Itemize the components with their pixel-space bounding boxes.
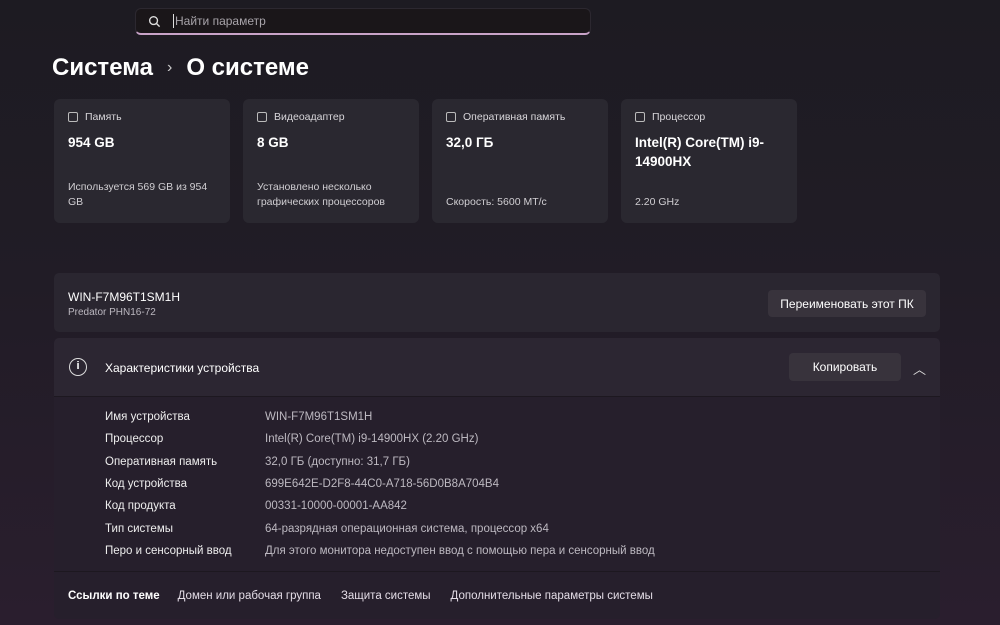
card-label: Процессор (652, 111, 706, 123)
device-specs-title: Характеристики устройства (105, 361, 260, 375)
card-gpu[interactable]: Видеоадаптер 8 GB Установлено несколько … (243, 99, 419, 223)
related-links-label: Ссылки по теме (68, 589, 160, 602)
spec-key: Код устройства (105, 478, 187, 491)
search-input[interactable] (175, 14, 555, 28)
related-links: Ссылки по теме Домен или рабочая группа … (54, 571, 940, 619)
spec-value: 00331-10000-00001-AA842 (265, 500, 407, 513)
search-box[interactable] (135, 8, 591, 35)
breadcrumb-parent[interactable]: Система (52, 54, 153, 82)
spec-row: Перо и сенсорный ввод Для этого монитора … (105, 540, 655, 562)
spec-row: Код продукта 00331-10000-00001-AA842 (105, 495, 655, 517)
card-value: 8 GB (257, 135, 289, 150)
card-ram[interactable]: Оперативная память 32,0 ГБ Скорость: 560… (432, 99, 608, 223)
info-icon: i (69, 358, 87, 376)
card-sub: Установлено несколько графических процес… (257, 181, 386, 208)
spec-value: Для этого монитора недоступен ввод с пом… (265, 544, 655, 557)
rename-pc-button[interactable]: Переименовать этот ПК (768, 290, 926, 317)
card-label: Оперативная память (463, 111, 566, 123)
spec-key: Имя устройства (105, 411, 190, 424)
spec-value: 32,0 ГБ (доступно: 31,7 ГБ) (265, 455, 410, 468)
spec-row: Оперативная память 32,0 ГБ (доступно: 31,… (105, 451, 655, 473)
cpu-icon (635, 112, 645, 122)
chevron-up-icon[interactable]: ︿ (913, 359, 926, 378)
spec-value: Intel(R) Core(TM) i9-14900HX (2.20 GHz) (265, 433, 479, 446)
spec-row: Имя устройства WIN-F7M96T1SM1H (105, 406, 655, 428)
device-specs-header[interactable]: i Характеристики устройства Копировать ︿ (54, 338, 940, 397)
link-domain-workgroup[interactable]: Домен или рабочая группа (178, 590, 321, 602)
spec-value: 699E642E-D2F8-44C0-A718-56D0B8A704B4 (265, 478, 499, 491)
storage-icon (68, 112, 78, 122)
breadcrumb: Система › О системе (52, 54, 309, 82)
card-value: 32,0 ГБ (446, 135, 494, 150)
card-cpu[interactable]: Процессор Intel(R) Core(TM) i9-14900HX 2… (621, 99, 797, 223)
link-system-protection[interactable]: Защита системы (341, 590, 431, 602)
search-icon (148, 15, 161, 27)
card-value: 954 GB (68, 135, 115, 150)
spec-key: Оперативная память (105, 455, 218, 468)
pc-name-panel: WIN-F7M96T1SM1H Predator PHN16-72 Переим… (54, 273, 940, 332)
memory-icon (446, 112, 456, 122)
card-sub: 2.20 GHz (635, 196, 680, 208)
card-label: Видеоадаптер (274, 111, 345, 123)
spec-value: WIN-F7M96T1SM1H (265, 411, 373, 424)
pc-model: Predator PHN16-72 (68, 307, 156, 318)
spec-key: Процессор (105, 433, 164, 446)
monitor-icon (257, 112, 267, 122)
pc-name: WIN-F7M96T1SM1H (68, 290, 181, 304)
card-label: Память (85, 111, 122, 123)
spec-value: 64-разрядная операционная система, проце… (265, 522, 549, 535)
spec-key: Код продукта (105, 500, 176, 513)
card-sub: Используется 569 GB из 954 GB (68, 181, 208, 208)
card-sub: Скорость: 5600 МТ/с (446, 196, 547, 208)
chevron-right-icon: › (167, 59, 173, 76)
page-title: О системе (186, 54, 310, 81)
copy-button[interactable]: Копировать (789, 353, 901, 381)
spec-key: Тип системы (105, 522, 173, 535)
card-storage[interactable]: Память 954 GB Используется 569 GB из 954… (54, 99, 230, 223)
spec-key: Перо и сенсорный ввод (105, 544, 232, 557)
text-caret (173, 14, 174, 28)
device-specs-panel: i Характеристики устройства Копировать ︿… (54, 338, 940, 619)
spec-row: Процессор Intel(R) Core(TM) i9-14900HX (2… (105, 428, 655, 450)
spec-row: Код устройства 699E642E-D2F8-44C0-A718-56… (105, 473, 655, 495)
link-advanced-system-settings[interactable]: Дополнительные параметры системы (451, 590, 653, 602)
spec-row: Тип системы 64-разрядная операционная сис… (105, 517, 655, 539)
card-value: Intel(R) Core(TM) i9-14900HX (635, 135, 764, 169)
